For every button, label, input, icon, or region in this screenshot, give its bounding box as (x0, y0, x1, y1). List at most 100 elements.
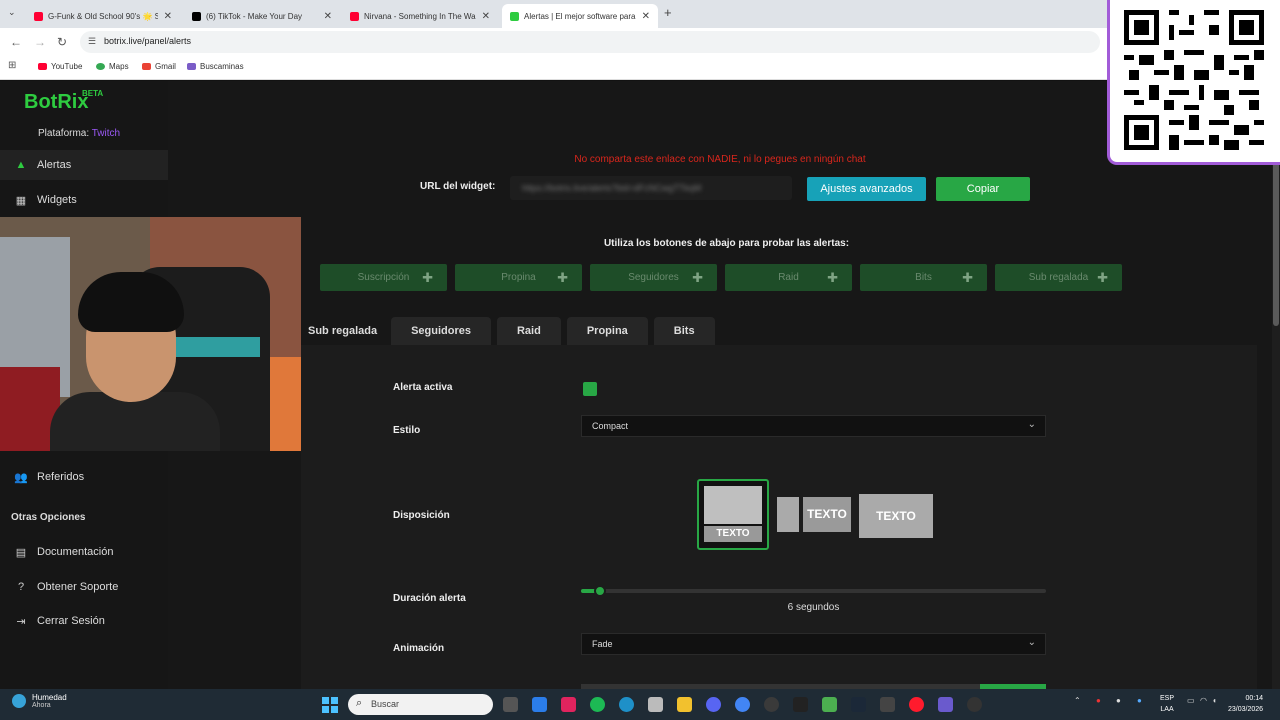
widget-url-label: URL del widget: (420, 181, 496, 192)
test-propina-button[interactable]: Propina ✚ (455, 264, 582, 291)
qr-code (1107, 0, 1280, 165)
animacion-select[interactable]: Fade ⌄ (581, 633, 1046, 655)
clock-date: 23/03/2026 (1228, 706, 1264, 713)
lang-line2: LAA (1160, 706, 1174, 713)
users-icon: 👥 (14, 471, 28, 484)
layout-option-horizontal[interactable]: TEXTO (777, 497, 851, 532)
sidebar-item-referidos[interactable]: 👥 Referidos (0, 462, 168, 492)
bookmark-gmail[interactable]: Gmail (142, 62, 176, 71)
browser-tab[interactable]: (6) TikTok - Make Your Day ✕ (184, 4, 340, 28)
new-tab-icon[interactable]: + (664, 5, 672, 20)
image-placeholder-icon (777, 497, 799, 532)
volume-icon[interactable]: ◖ (1212, 696, 1217, 705)
monitor-icon[interactable]: ▭ (1187, 696, 1195, 705)
widget-url-field[interactable]: https://botrix.live/alerts?bid=dFcNCwgTT… (510, 176, 792, 200)
test-seguidores-button[interactable]: Seguidores ✚ (590, 264, 717, 291)
wifi-icon[interactable]: ◠ (1200, 696, 1207, 705)
url-field[interactable]: ☰ botrix.live/panel/alerts (80, 31, 1100, 53)
duracion-slider[interactable] (581, 585, 1046, 597)
maps-icon (96, 63, 105, 70)
close-tab-icon[interactable]: ✕ (324, 11, 332, 22)
bookmark-maps[interactable]: Maps (96, 62, 129, 71)
address-bar: ← → ↻ ☰ botrix.live/panel/alerts (0, 28, 1280, 56)
tray-app-icon[interactable]: ● (1096, 696, 1101, 705)
forward-icon[interactable]: → (34, 35, 46, 49)
tab-seguidores[interactable]: Seguidores (391, 317, 491, 345)
apps-grid-icon[interactable]: ⊞ (8, 60, 16, 71)
browser-tab[interactable]: G-Funk & Old School 90's 🌟 Sn ✕ (26, 4, 180, 28)
widgets-app-icon[interactable] (532, 697, 547, 712)
buscaminas-icon (187, 63, 196, 70)
duracion-readout: 6 segundos (581, 602, 1046, 613)
warning-icon: ▲ (15, 159, 27, 171)
sidebar-item-label: Widgets (37, 194, 77, 206)
qr-code-image (1124, 10, 1264, 150)
test-bits-button[interactable]: Bits ✚ (860, 264, 987, 291)
app-icon[interactable] (880, 697, 895, 712)
discord-app-icon[interactable] (706, 697, 721, 712)
test-button-label: Suscripción (357, 272, 410, 283)
back-icon[interactable]: ← (10, 35, 22, 49)
opera-app-icon[interactable] (909, 697, 924, 712)
tab-bits[interactable]: Bits (653, 317, 715, 345)
language-indicator[interactable]: ESP LAA (1160, 693, 1174, 715)
test-button-label: Bits (915, 272, 932, 283)
app-icon[interactable] (764, 697, 779, 712)
sidebar-item-soporte[interactable]: ? Obtener Soporte (0, 572, 168, 602)
app-icon[interactable] (793, 697, 808, 712)
sidebar-item-widgets[interactable]: ▦ Widgets (0, 185, 168, 215)
tray-chevron-icon[interactable]: ⌃ (1074, 696, 1081, 705)
start-button[interactable] (322, 697, 338, 713)
slider-handle[interactable] (593, 585, 606, 597)
browser-tab-active[interactable]: Alertas | El mejor software para ✕ (502, 4, 658, 28)
test-sub-regalada-button[interactable]: Sub regalada ✚ (995, 264, 1122, 291)
youtube-favicon-icon (34, 11, 43, 21)
sidebar-item-label: Obtener Soporte (37, 581, 119, 593)
estilo-select[interactable]: Compact ⌄ (581, 415, 1046, 437)
layout-option-overlay[interactable]: TEXTO (859, 494, 933, 538)
botrix-logo[interactable]: BotRix (24, 91, 88, 114)
browser-tab[interactable]: Nirvana - Something In The Wa ✕ (342, 4, 498, 28)
close-tab-icon[interactable]: ✕ (482, 11, 490, 22)
youtube-favicon-icon (350, 11, 359, 21)
advanced-settings-button[interactable]: Ajustes avanzados (807, 177, 926, 201)
weather-widget[interactable]: Humedad Ahora (12, 693, 67, 709)
store-app-icon[interactable] (648, 697, 663, 712)
microphone-icon[interactable]: ● (1137, 696, 1142, 705)
taskbar-search[interactable]: ⌕ Buscar (348, 694, 493, 715)
file-explorer-icon[interactable] (677, 697, 692, 712)
reload-icon[interactable]: ↻ (57, 35, 67, 49)
copy-button[interactable]: Copiar (936, 177, 1030, 201)
steam-app-icon[interactable] (851, 697, 866, 712)
clock[interactable]: 00:14 23/03/2026 (1228, 693, 1263, 715)
test-suscripcion-button[interactable]: Suscripción ✚ (320, 264, 447, 291)
sidebar-item-documentacion[interactable]: ▤ Documentación (0, 537, 168, 567)
close-tab-icon[interactable]: ✕ (642, 11, 650, 22)
bookmark-buscaminas[interactable]: Buscaminas (187, 62, 244, 71)
tab-sub-regalada[interactable]: Sub regalada (300, 317, 385, 345)
minecraft-app-icon[interactable] (822, 697, 837, 712)
spotify-app-icon[interactable] (590, 697, 605, 712)
test-raid-button[interactable]: Raid ✚ (725, 264, 852, 291)
bookmark-youtube[interactable]: YouTube (38, 62, 82, 71)
chrome-app-icon[interactable] (735, 697, 750, 712)
sidebar-item-alertas[interactable]: ▲ Alertas (0, 150, 168, 180)
tiktok-app-icon[interactable] (561, 697, 576, 712)
app-icon[interactable] (967, 697, 982, 712)
close-tab-icon[interactable]: ✕ (164, 11, 172, 22)
site-info-icon[interactable]: ☰ (88, 36, 96, 47)
layout-option-vertical[interactable]: TEXTO (697, 479, 769, 550)
tab-search-chevron-icon[interactable]: ⌄ (8, 7, 16, 18)
edge-app-icon[interactable] (619, 697, 634, 712)
teams-app-icon[interactable] (938, 697, 953, 712)
disposicion-label: Disposición (393, 510, 450, 521)
alerta-activa-checkbox[interactable] (583, 382, 597, 396)
sidebar-item-cerrar-sesion[interactable]: ⇥ Cerrar Sesión (0, 606, 168, 636)
page-scrollbar[interactable] (1272, 81, 1280, 689)
botrix-favicon-icon (510, 11, 519, 21)
test-button-label: Sub regalada (1028, 272, 1089, 283)
task-view-icon[interactable] (503, 697, 518, 712)
tab-raid[interactable]: Raid (496, 317, 561, 345)
tray-app-icon[interactable]: ● (1116, 696, 1121, 705)
tab-propina[interactable]: Propina (566, 317, 648, 345)
